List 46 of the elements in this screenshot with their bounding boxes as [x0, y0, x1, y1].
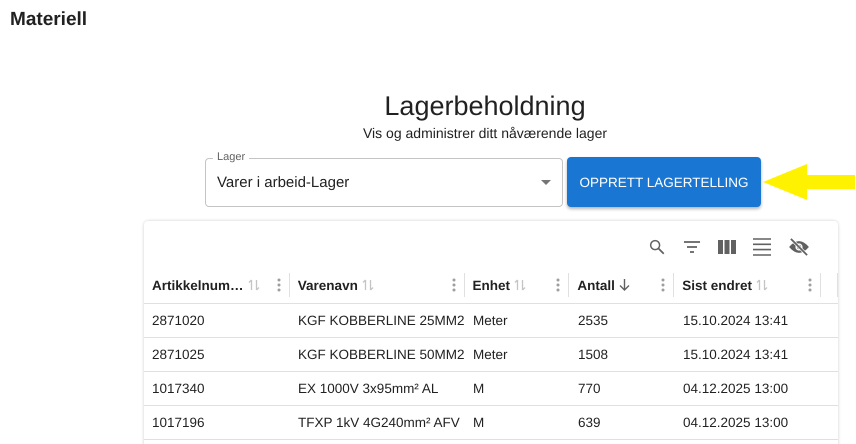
page-subtitle: Vis og administrer ditt nåværende lager [362, 125, 608, 141]
create-inventory-count-button[interactable]: OPPRETT LAGERTELLING [567, 157, 761, 207]
table-cell: TFXP 1kV 4G240mm² AFV [298, 415, 460, 430]
table-cell: 770 [578, 381, 601, 396]
sort-icon[interactable] [756, 279, 768, 291]
table-cell: Meter [473, 347, 508, 362]
page-heading: Lagerbeholdning [384, 91, 586, 121]
page-title: Materiell [10, 9, 88, 30]
column-header[interactable]: Antall [577, 278, 615, 292]
column-menu-icon[interactable] [556, 278, 560, 292]
column-header[interactable]: Artikkelnum… [152, 278, 244, 292]
hide-icon[interactable] [788, 238, 810, 256]
table-cell: 15.10.2024 13:41 [683, 347, 788, 362]
column-menu-icon[interactable] [661, 278, 666, 292]
density-icon[interactable] [753, 238, 771, 256]
table-cell: 15.10.2024 13:41 [683, 313, 788, 328]
table-cell: 04.12.2025 13:00 [683, 381, 788, 396]
table-cell: 2535 [578, 313, 608, 328]
table-cell: EX 1000V 3x95mm² AL [298, 381, 438, 396]
column-header[interactable]: Sist endret [682, 278, 752, 292]
column-menu-icon[interactable] [276, 278, 281, 292]
column-menu-icon[interactable] [808, 278, 812, 292]
column-menu-icon[interactable] [452, 278, 456, 292]
table-cell: KGF KOBBERLINE 50MM2 [298, 347, 465, 362]
sort-down-icon[interactable] [618, 279, 630, 291]
warehouse-select[interactable]: Lager Varer i arbeid-Lager [205, 151, 563, 207]
sort-icon[interactable] [248, 279, 260, 291]
column-header[interactable]: Enhet [472, 278, 510, 292]
filter-icon[interactable] [683, 240, 701, 254]
sort-icon[interactable] [362, 279, 374, 291]
table-cell: 639 [578, 415, 601, 430]
table-cell: 1508 [578, 347, 608, 362]
sort-icon[interactable] [514, 279, 526, 291]
column-header[interactable]: Varenavn [298, 278, 358, 292]
columns-icon[interactable] [718, 240, 736, 254]
table-cell: 2871025 [152, 347, 205, 362]
table-cell: 04.12.2025 13:00 [683, 415, 788, 430]
caret-icon [541, 180, 551, 185]
table-cell: M [473, 415, 484, 430]
table-cell: KGF KOBBERLINE 25MM2 [298, 313, 465, 328]
table-cell: Meter [473, 313, 508, 328]
table-cell: M [473, 381, 484, 396]
search-icon[interactable] [648, 238, 666, 256]
table-cell: 1017196 [152, 415, 205, 430]
table-cell: 2871020 [152, 313, 205, 328]
table-cell: 1017340 [152, 381, 205, 396]
